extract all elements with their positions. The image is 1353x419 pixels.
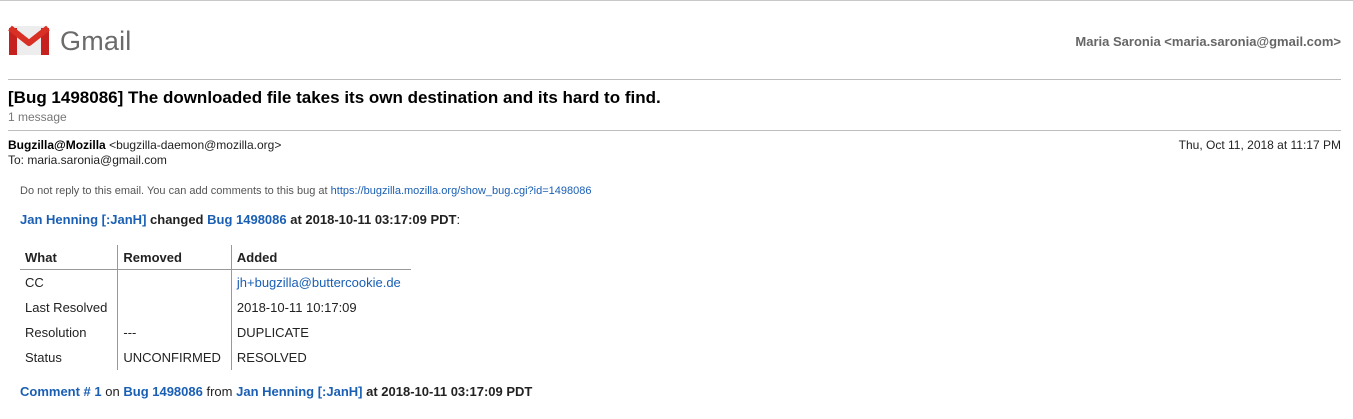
table-row: Resolution --- DUPLICATE xyxy=(20,320,411,345)
change-time: at 2018-10-11 03:17:09 PDT xyxy=(290,212,457,227)
cell-added: DUPLICATE xyxy=(230,320,411,345)
comment-header: Comment # 1 on Bug 1498086 from Jan Henn… xyxy=(20,383,1341,401)
message-body: Do not reply to this email. You can add … xyxy=(20,183,1341,401)
cell-what: CC xyxy=(25,275,44,290)
bug-url-link[interactable]: https://bugzilla.mozilla.org/show_bug.cg… xyxy=(331,185,592,197)
comment-on: on xyxy=(105,384,120,399)
changed-word: changed xyxy=(150,212,204,227)
comment-time: at 2018-10-11 03:17:09 PDT xyxy=(366,384,533,399)
column-header-added: Added xyxy=(230,245,411,270)
sender-email: <bugzilla-daemon@mozilla.org> xyxy=(109,138,282,152)
top-bar: Gmail Maria Saronia <maria.saronia@gmail… xyxy=(8,1,1341,80)
message-count: 1 message xyxy=(8,110,67,124)
no-reply-notice: Do not reply to this email. You can add … xyxy=(20,183,1341,199)
comment-bug-link[interactable]: Bug 1498086 xyxy=(123,384,203,399)
column-header-removed: Removed xyxy=(117,245,232,270)
table-header-row: What Removed Added xyxy=(20,245,411,270)
cell-what: Resolution xyxy=(25,325,87,340)
cell-removed xyxy=(117,269,232,295)
gmail-m-icon xyxy=(8,25,50,56)
recipient: To: maria.saronia@gmail.com xyxy=(8,153,167,167)
cell-what: Last Resolved xyxy=(25,300,108,315)
comment-author-link[interactable]: Jan Henning [:JanH] xyxy=(236,384,362,399)
cell-removed xyxy=(117,295,232,320)
thread-header: [Bug 1498086] The downloaded file takes … xyxy=(8,87,1341,131)
table-row: CC jh+bugzilla@buttercookie.de xyxy=(20,269,411,295)
change-summary: Jan Henning [:JanH] changed Bug 1498086 … xyxy=(20,211,1341,229)
colon: : xyxy=(456,212,461,227)
changes-table: What Removed Added CC jh+bugzilla@butter… xyxy=(20,245,411,370)
changer-link[interactable]: Jan Henning [:JanH] xyxy=(20,212,146,227)
bug-link[interactable]: Bug 1498086 xyxy=(207,212,287,227)
sender-name: Bugzilla@Mozilla xyxy=(8,138,106,152)
account-label: Maria Saronia <maria.saronia@gmail.com> xyxy=(1075,34,1341,49)
thread-subject: [Bug 1498086] The downloaded file takes … xyxy=(8,88,661,107)
cc-email-link[interactable]: jh+bugzilla@buttercookie.de xyxy=(237,275,401,290)
cell-removed: --- xyxy=(117,320,232,345)
table-row: Last Resolved 2018-10-11 10:17:09 xyxy=(20,295,411,320)
message-header: Bugzilla@Mozilla <bugzilla-daemon@mozill… xyxy=(8,138,1341,168)
table-row: Status UNCONFIRMED RESOLVED xyxy=(20,345,411,370)
gmail-wordmark: Gmail xyxy=(60,25,132,56)
column-header-what: What xyxy=(20,245,118,270)
cell-removed: UNCONFIRMED xyxy=(117,345,232,370)
gmail-logo[interactable]: Gmail xyxy=(8,25,132,56)
cell-added: 2018-10-11 10:17:09 xyxy=(230,295,411,320)
comment-from: from xyxy=(206,384,233,399)
notice-text: Do not reply to this email. You can add … xyxy=(20,185,328,197)
cell-added: jh+bugzilla@buttercookie.de xyxy=(230,269,411,295)
message-date: Thu, Oct 11, 2018 at 11:17 PM xyxy=(1178,138,1341,152)
cell-added: RESOLVED xyxy=(230,345,411,370)
cell-what: Status xyxy=(25,350,62,365)
comment-link[interactable]: Comment # 1 xyxy=(20,384,102,399)
